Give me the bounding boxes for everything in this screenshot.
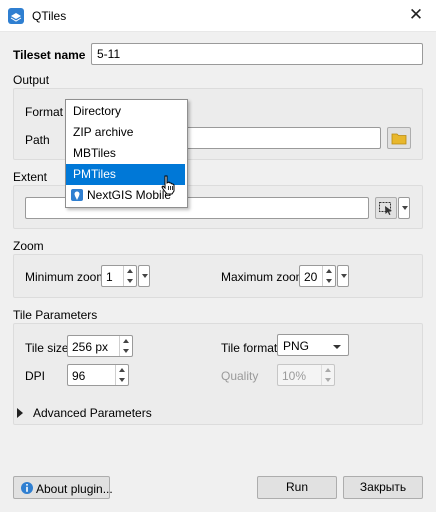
tile-parameters-section-label: Tile Parameters	[13, 308, 98, 322]
tile-format-label: Tile format	[221, 341, 278, 355]
quality-spinbox[interactable]: 10%	[277, 364, 335, 386]
close-label: Закрыть	[359, 480, 407, 494]
title-bar: QTiles ✕	[0, 0, 436, 32]
qtiles-app-icon	[8, 8, 24, 24]
arrow-up-icon	[325, 368, 331, 372]
extent-dropdown-toggle[interactable]	[398, 197, 410, 219]
maximum-zoom-spinbox[interactable]: 20	[299, 265, 336, 287]
quality-label: Quality	[221, 369, 259, 383]
maximum-zoom-label: Maximum zoom	[221, 270, 306, 284]
about-plugin-label: About plugin...	[36, 482, 113, 496]
run-label: Run	[285, 480, 308, 494]
format-option-mbtiles[interactable]: MBTiles	[66, 143, 185, 164]
minimum-zoom-label: Minimum zoom	[25, 270, 107, 284]
arrow-down-icon	[325, 378, 331, 382]
about-plugin-button[interactable]: About plugin...	[13, 476, 113, 499]
extent-section-label: Extent	[13, 170, 48, 184]
format-option-zip-archive[interactable]: ZIP archive	[66, 122, 185, 143]
select-extent-icon	[379, 202, 392, 215]
nextgis-icon	[71, 189, 83, 201]
mouse-cursor-icon	[161, 175, 175, 195]
format-option-directory[interactable]: Directory	[66, 101, 185, 122]
maximum-zoom-dropdown[interactable]	[337, 265, 349, 287]
tile-size-spinbox[interactable]: 256 px	[67, 335, 133, 357]
dpi-label: DPI	[25, 369, 46, 383]
tile-size-value: 256 px	[72, 340, 109, 354]
tile-format-value: PNG	[283, 339, 310, 353]
maximum-zoom-value: 20	[304, 270, 318, 284]
spin-arrows[interactable]	[123, 266, 136, 286]
arrow-up-icon	[119, 368, 125, 372]
chevron-down-icon	[142, 274, 148, 278]
arrow-up-icon	[123, 339, 129, 343]
arrow-down-icon	[123, 349, 129, 353]
tileset-name-label: Tileset name	[13, 48, 86, 62]
close-window-icon[interactable]: ✕	[404, 4, 428, 26]
advanced-parameters-toggle[interactable]: Advanced Parameters	[13, 402, 423, 424]
nextgis-mobile-label: NextGIS Mobile	[87, 188, 172, 202]
tile-format-select[interactable]: PNG	[277, 334, 349, 356]
minimum-zoom-value: 1	[106, 270, 113, 284]
advanced-parameters-label: Advanced Parameters	[33, 406, 152, 420]
arrow-down-icon	[127, 279, 133, 283]
tileset-name-input[interactable]: 5-11	[91, 43, 423, 65]
arrow-up-icon	[326, 269, 332, 273]
close-button[interactable]: Закрыть	[343, 476, 423, 499]
tileset-name-value: 5-11	[97, 47, 121, 61]
format-label: Format	[25, 105, 64, 119]
chevron-down-icon	[402, 206, 408, 210]
dpi-spinbox[interactable]: 96	[67, 364, 129, 386]
quality-value: 10%	[282, 369, 307, 383]
zoom-section-label: Zoom	[13, 239, 44, 253]
chevron-down-icon	[333, 345, 341, 349]
run-button[interactable]: Run	[257, 476, 337, 499]
dpi-value: 96	[72, 369, 86, 383]
spin-arrows[interactable]	[322, 266, 335, 286]
path-label: Path	[25, 133, 50, 147]
arrow-down-icon	[119, 378, 125, 382]
spin-arrows[interactable]	[119, 336, 132, 356]
info-icon	[21, 482, 33, 494]
arrow-down-icon	[326, 279, 332, 283]
output-section-label: Output	[13, 73, 50, 87]
select-extent-button[interactable]	[375, 197, 397, 219]
window-title: QTiles	[32, 9, 67, 23]
expand-arrow-icon	[17, 408, 23, 418]
minimum-zoom-spinbox[interactable]: 1	[101, 265, 137, 287]
spin-arrows[interactable]	[321, 365, 334, 385]
chevron-down-icon	[341, 274, 347, 278]
spin-arrows[interactable]	[115, 365, 128, 385]
path-input[interactable]	[180, 127, 381, 149]
folder-icon	[391, 133, 407, 145]
minimum-zoom-dropdown[interactable]	[138, 265, 150, 287]
arrow-up-icon	[127, 269, 133, 273]
tile-size-label: Tile size	[25, 341, 69, 355]
browse-folder-button[interactable]	[387, 127, 411, 149]
